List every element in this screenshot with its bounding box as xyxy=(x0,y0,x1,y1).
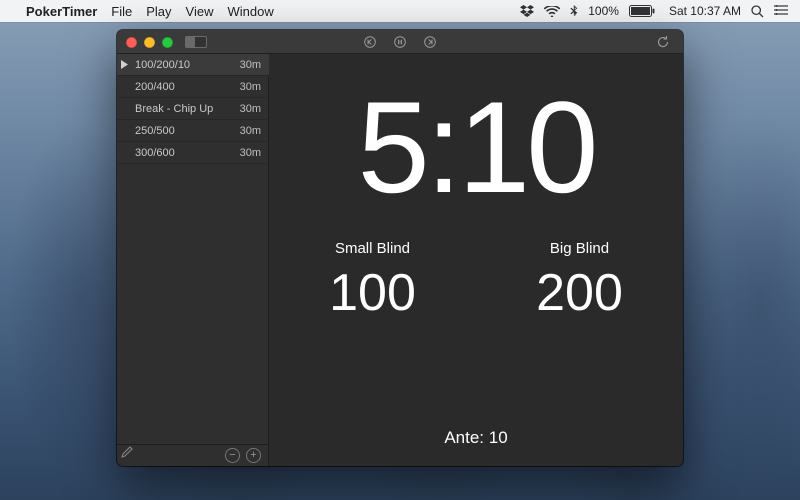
reset-button[interactable] xyxy=(653,34,673,50)
level-name: Break - Chip Up xyxy=(135,103,240,115)
menubar-right: 100% Sat 10:37 AM xyxy=(520,4,788,18)
level-name: 300/600 xyxy=(135,147,240,159)
pause-button[interactable] xyxy=(390,34,410,50)
dropbox-icon[interactable] xyxy=(520,5,534,17)
bluetooth-icon[interactable] xyxy=(570,5,578,18)
menu-window[interactable]: Window xyxy=(228,4,274,19)
next-level-button[interactable] xyxy=(420,34,440,50)
level-duration: 30m xyxy=(240,125,261,137)
levels-sidebar: 100/200/10 30m 200/400 30m Break - Chip … xyxy=(117,54,269,466)
small-blind-value: 100 xyxy=(329,263,416,323)
window-zoom-button[interactable] xyxy=(162,37,173,48)
level-row[interactable]: 100/200/10 30m xyxy=(117,54,269,76)
window-close-button[interactable] xyxy=(126,37,137,48)
window-minimize-button[interactable] xyxy=(144,37,155,48)
level-duration: 30m xyxy=(240,147,261,159)
ante-label: Ante: 10 xyxy=(444,428,507,448)
menubar-clock[interactable]: Sat 10:37 AM xyxy=(669,4,741,18)
battery-icon[interactable] xyxy=(629,5,655,17)
levels-list: 100/200/10 30m 200/400 30m Break - Chip … xyxy=(117,54,269,444)
window-traffic-lights xyxy=(126,37,173,48)
sidebar-footer: − + xyxy=(117,444,269,466)
level-row[interactable]: Break - Chip Up 30m xyxy=(117,98,269,120)
menubar-left: PokerTimer File Play View Window xyxy=(12,4,274,19)
battery-percent: 100% xyxy=(588,4,619,18)
macos-menubar: PokerTimer File Play View Window 100% Sa… xyxy=(0,0,800,22)
main-panel: 5:10 Small Blind 100 Big Blind 200 Ante:… xyxy=(269,54,683,466)
add-level-button[interactable]: + xyxy=(246,448,261,463)
menu-file[interactable]: File xyxy=(111,4,132,19)
notification-center-icon[interactable] xyxy=(774,5,788,17)
level-row[interactable]: 200/400 30m xyxy=(117,76,269,98)
big-blind-label: Big Blind xyxy=(550,240,609,257)
level-duration: 30m xyxy=(240,103,261,115)
window-titlebar[interactable] xyxy=(117,30,683,54)
level-name: 200/400 xyxy=(135,81,240,93)
small-blind-label: Small Blind xyxy=(335,240,410,257)
wifi-icon[interactable] xyxy=(544,6,560,17)
level-row[interactable]: 300/600 30m xyxy=(117,142,269,164)
big-blind-value: 200 xyxy=(536,263,623,323)
level-row[interactable]: 250/500 30m xyxy=(117,120,269,142)
countdown-timer: 5:10 xyxy=(357,82,594,212)
level-name: 100/200/10 xyxy=(135,59,240,71)
spotlight-icon[interactable] xyxy=(751,5,764,18)
small-blind-column: Small Blind 100 xyxy=(329,240,416,323)
prev-level-button[interactable] xyxy=(360,34,380,50)
app-window: 100/200/10 30m 200/400 30m Break - Chip … xyxy=(117,30,683,466)
level-duration: 30m xyxy=(240,59,261,71)
playback-controls xyxy=(360,34,440,50)
menu-play[interactable]: Play xyxy=(146,4,171,19)
sidebar-toggle-button[interactable] xyxy=(185,36,207,48)
big-blind-column: Big Blind 200 xyxy=(536,240,623,323)
current-level-indicator-icon xyxy=(121,60,129,72)
level-duration: 30m xyxy=(240,81,261,93)
remove-level-button[interactable]: − xyxy=(225,448,240,463)
menu-view[interactable]: View xyxy=(186,4,214,19)
app-menu[interactable]: PokerTimer xyxy=(26,4,97,19)
edit-levels-icon[interactable] xyxy=(121,445,133,463)
blinds-row: Small Blind 100 Big Blind 200 xyxy=(269,240,683,323)
level-name: 250/500 xyxy=(135,125,240,137)
